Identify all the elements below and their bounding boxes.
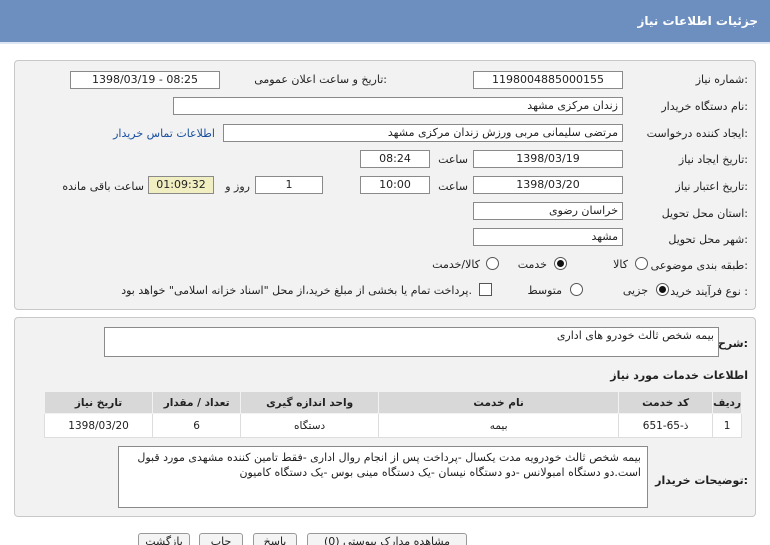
back-button[interactable]: بازگشت	[138, 533, 190, 545]
city-label: شهر محل تحویل:	[668, 233, 748, 246]
col-code: کد خدمت	[618, 391, 714, 414]
page-header: جزئیات اطلاعات نیاز	[0, 0, 770, 44]
requester-label: ایجاد کننده درخواست:	[646, 127, 748, 140]
buyer-desc-label: توضیحات خریدار:	[655, 474, 748, 487]
category-radio-goods-service[interactable]	[486, 257, 499, 270]
remaining-time-label: ساعت باقی مانده	[62, 180, 144, 193]
validity-date-label: تاریخ اعتبار نیاز:	[675, 180, 748, 193]
category-label: طبقه بندی موضوعی:	[650, 259, 748, 272]
city-field: مشهد	[473, 228, 623, 246]
remaining-days-label: روز و	[225, 180, 250, 193]
col-date: تاریخ نیاز	[43, 391, 154, 414]
col-name: نام خدمت	[378, 391, 620, 414]
province-label: استان محل تحویل:	[661, 207, 748, 220]
validity-time-field: 10:00	[360, 176, 430, 194]
services-title: اطلاعات خدمات مورد نیاز	[610, 369, 748, 382]
process-radio-medium[interactable]	[570, 283, 583, 296]
validity-date-field: 1398/03/20	[473, 176, 623, 194]
buyer-desc-field: بیمه شخص ثالث خودرویه مدت یکسال -پرداخت …	[118, 446, 648, 508]
process-radio-minor[interactable]	[656, 283, 669, 296]
contact-info-link[interactable]: اطلاعات تماس خریدار	[113, 127, 215, 140]
created-time-field: 08:24	[360, 150, 430, 168]
category-radio-service[interactable]	[554, 257, 567, 270]
remaining-time-field: 01:09:32	[148, 176, 214, 194]
category-option-goods: کالا	[613, 258, 628, 271]
table-row: 1 ذ-65-651 بیمه دستگاه 6 1398/03/20	[43, 413, 742, 438]
category-radio-goods[interactable]	[635, 257, 648, 270]
cell-code: ذ-65-651	[618, 413, 714, 438]
services-table-header: ردیف کد خدمت نام خدمت واحد اندازه گیری ت…	[43, 391, 742, 414]
general-desc-field: بیمه شخص ثالث خودرو های اداری	[104, 327, 719, 357]
view-attachments-button[interactable]: مشاهده مدارک پیوستی (0)	[307, 533, 467, 545]
validity-time-label: ساعت	[438, 180, 468, 193]
created-date-field: 1398/03/19	[473, 150, 623, 168]
created-time-label: ساعت	[438, 153, 468, 166]
treasury-payment-note: پرداخت تمام یا بخشی از مبلغ خرید،از محل …	[121, 284, 472, 297]
cell-unit: دستگاه	[240, 413, 380, 438]
print-button[interactable]: چاپ	[199, 533, 243, 545]
province-field: خراسان رضوی	[473, 202, 623, 220]
process-label: نوع فرآیند خرید :	[670, 285, 748, 298]
announce-label: تاریخ و ساعت اعلان عمومی:	[254, 73, 387, 86]
col-unit: واحد اندازه گیری	[240, 391, 380, 414]
reply-button[interactable]: پاسخ	[253, 533, 297, 545]
cell-date: 1398/03/20	[43, 413, 154, 438]
need-number-label: شماره نیاز:	[695, 73, 748, 86]
need-number-field: 1198004885000155	[473, 71, 623, 89]
cell-qty: 6	[152, 413, 242, 438]
col-row: ردیف	[712, 391, 742, 414]
announce-field: 1398/03/19 - 08:25	[70, 71, 220, 89]
process-option-medium: متوسط	[527, 284, 562, 297]
page-title: جزئیات اطلاعات نیاز	[637, 14, 758, 28]
created-date-label: تاریخ ایجاد نیاز:	[678, 153, 748, 166]
buyer-org-label: نام دستگاه خریدار:	[661, 100, 748, 113]
remaining-days-field: 1	[255, 176, 323, 194]
category-option-service: خدمت	[517, 258, 547, 271]
buyer-org-field: زندان مرکزی مشهد	[173, 97, 623, 115]
category-option-goods-service: کالا/خدمت	[432, 258, 480, 271]
requester-field: مرتضی سلیمانی مربی ورزش زندان مرکزی مشهد	[223, 124, 623, 142]
services-table: ردیف کد خدمت نام خدمت واحد اندازه گیری ت…	[43, 391, 742, 438]
cell-row: 1	[712, 413, 742, 438]
process-option-minor: جزیی	[622, 284, 648, 297]
col-qty: تعداد / مقدار	[152, 391, 242, 414]
treasury-payment-checkbox[interactable]	[479, 283, 492, 296]
cell-name: بیمه	[378, 413, 620, 438]
